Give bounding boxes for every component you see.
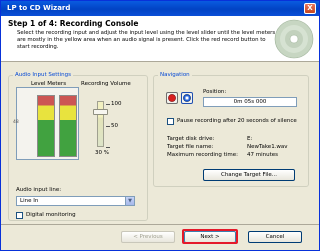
- recording-volume-slider-track[interactable]: [97, 101, 104, 147]
- audio-input-line-label: Audio input line:: [16, 187, 62, 193]
- audio-group-label: Audio Input Settings: [13, 72, 73, 78]
- position-display: 0m 05s 000: [203, 97, 297, 107]
- max-time-value: 47 minutes: [247, 152, 279, 158]
- cancel-button[interactable]: Cancel: [248, 231, 302, 243]
- recording-volume-label: Recording Volume: [81, 81, 131, 87]
- position-value: 0m 05s 000: [233, 99, 267, 105]
- pause-on-silence-label: Pause recording after 20 seconds of sile…: [177, 118, 297, 124]
- digital-monitoring-label: Digital monitoring: [26, 212, 76, 218]
- stop-icon: [183, 94, 191, 102]
- audio-input-line-select[interactable]: Line In ▼: [16, 196, 135, 206]
- target-disk-label: Target disk drive:: [167, 136, 215, 142]
- volume-scale-mid: 50: [111, 123, 118, 129]
- step-description: Select the recording input and adjust th…: [17, 30, 276, 50]
- recording-volume-slider-thumb[interactable]: [93, 109, 108, 115]
- record-icon: [168, 94, 176, 102]
- position-label: Position:: [203, 89, 227, 95]
- stop-button[interactable]: [181, 92, 193, 104]
- close-button[interactable]: X: [304, 3, 316, 14]
- previous-button[interactable]: < Previous: [121, 231, 175, 243]
- record-button[interactable]: [166, 92, 178, 104]
- chevron-down-icon[interactable]: ▼: [125, 197, 134, 205]
- slider-tick: [106, 147, 110, 148]
- footer-divider: [1, 224, 319, 225]
- level-meters: [16, 87, 79, 160]
- wizard-window: LP to CD Wizard X Step 1 of 4: Recording…: [0, 0, 320, 251]
- slider-tick: [106, 126, 110, 127]
- title-bar[interactable]: LP to CD Wizard X: [1, 1, 319, 16]
- close-icon: X: [307, 4, 313, 12]
- next-button-highlight: [182, 229, 238, 244]
- volume-scale-min: 30 %: [95, 150, 109, 156]
- audio-input-line-value: Line In: [20, 198, 39, 204]
- window-title: LP to CD Wizard: [7, 4, 71, 12]
- pause-on-silence-checkbox[interactable]: [167, 118, 174, 125]
- change-target-file-button[interactable]: Change Target File...: [203, 169, 295, 181]
- cd-icon: [274, 19, 314, 59]
- max-time-label: Maximum recording time:: [167, 152, 238, 158]
- target-file-label: Target file name:: [167, 144, 214, 150]
- meter-scale-mark: 48: [13, 120, 19, 125]
- target-disk-value: E:: [247, 136, 253, 142]
- target-file-value: NewTake1.wav: [247, 144, 288, 150]
- step-title: Step 1 of 4: Recording Console: [8, 19, 139, 28]
- navigation-group-label: Navigation: [158, 72, 192, 78]
- wizard-header: Step 1 of 4: Recording Console Select th…: [1, 16, 319, 62]
- left-channel-meter: [37, 95, 55, 157]
- slider-tick: [106, 104, 110, 105]
- digital-monitoring-checkbox[interactable]: [16, 212, 23, 219]
- right-channel-meter: [59, 95, 77, 157]
- volume-scale-max: 100: [111, 101, 122, 107]
